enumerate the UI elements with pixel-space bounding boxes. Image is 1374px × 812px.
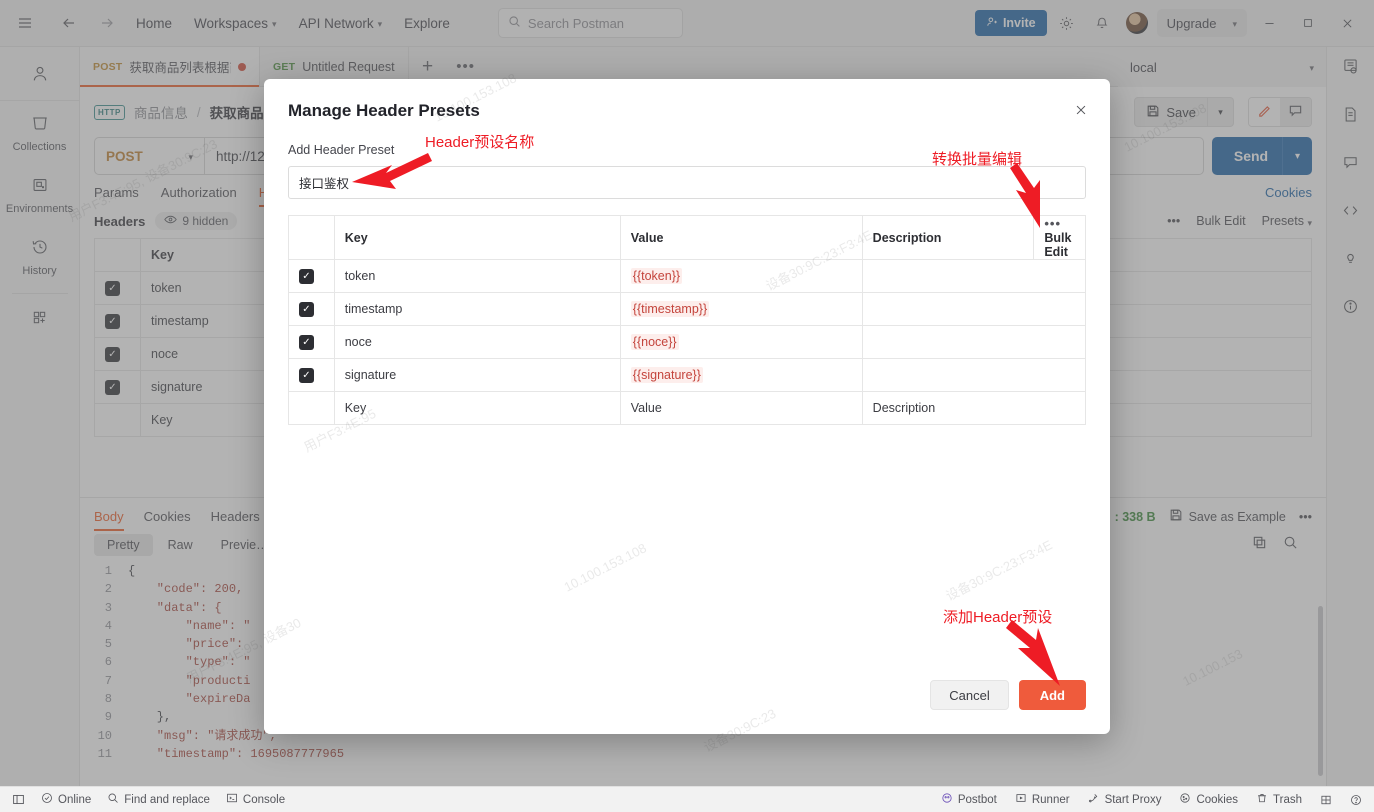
postman-app-window: Home Workspaces ▾ API Network ▾ Explore — [0, 0, 1374, 812]
preset-col-value: Value — [619, 215, 863, 260]
trash-label: Trash — [1273, 793, 1302, 806]
table-row[interactable]: ✓ timestamp {{timestamp}} — [288, 292, 1087, 326]
add-button[interactable]: Add — [1018, 680, 1086, 710]
preset-col-key: Key — [333, 215, 621, 260]
console-icon — [226, 792, 238, 807]
trash-button[interactable]: Trash — [1256, 792, 1302, 807]
postbot-button[interactable]: Postbot — [941, 792, 997, 807]
preset-bulk-edit-button[interactable]: Bulk Edit — [1044, 231, 1071, 259]
row-key[interactable]: token — [333, 259, 621, 293]
row-checkbox-cell[interactable]: ✓ — [288, 325, 335, 359]
checkbox-checked-icon[interactable]: ✓ — [299, 335, 314, 351]
preset-select-all-cell — [288, 215, 335, 260]
runner-button[interactable]: Runner — [1015, 792, 1070, 807]
preset-table-header-row: Key Value Description ••• Bulk Edit — [288, 215, 1086, 260]
close-icon[interactable] — [1070, 99, 1092, 121]
row-value-variable: {{timestamp}} — [630, 301, 710, 317]
table-row[interactable]: ✓ noce {{noce}} — [288, 325, 1087, 359]
row-checkbox-cell — [288, 391, 335, 425]
preset-col-description: Description — [861, 215, 1035, 260]
find-and-replace-button[interactable]: Find and replace — [107, 792, 210, 807]
status-online[interactable]: Online — [41, 792, 91, 807]
cookies-button[interactable]: Cookies — [1179, 792, 1238, 807]
search-icon — [107, 792, 119, 807]
runner-icon — [1015, 792, 1027, 807]
add-label: Add — [1039, 687, 1065, 703]
row-value-placeholder[interactable]: Value — [619, 391, 863, 425]
table-row[interactable]: ✓ signature {{signature}} — [288, 358, 1087, 392]
preset-headers-table: Key Value Description ••• Bulk Edit ✓ to… — [288, 215, 1087, 425]
checkbox-checked-icon[interactable]: ✓ — [299, 368, 314, 384]
manage-header-presets-dialog: Manage Header Presets Add Header Preset … — [264, 79, 1110, 734]
row-description[interactable] — [861, 325, 1087, 359]
row-value[interactable]: {{noce}} — [619, 325, 863, 359]
row-key[interactable]: signature — [333, 358, 621, 392]
preset-name-value: 接口鉴权 — [299, 177, 350, 191]
postbot-label: Postbot — [957, 793, 997, 806]
preset-name-input[interactable]: 接口鉴权 — [288, 166, 1086, 199]
annotation-text: 添加Header预设 — [943, 609, 1053, 626]
console-label: Console — [242, 793, 286, 806]
annotation-text: Header预设名称 — [425, 134, 535, 151]
checkbox-checked-icon[interactable]: ✓ — [299, 269, 314, 285]
row-checkbox-cell[interactable]: ✓ — [288, 358, 335, 392]
annotation-preset-name: Header预设名称 — [425, 131, 534, 152]
preset-bulk-edit-cell: ••• Bulk Edit — [1033, 215, 1086, 260]
postbot-icon — [941, 792, 953, 807]
row-description[interactable] — [861, 292, 1087, 326]
cancel-button[interactable]: Cancel — [930, 680, 1009, 710]
trash-icon — [1256, 792, 1268, 807]
proxy-icon — [1088, 792, 1100, 807]
row-value-variable: {{token}} — [630, 268, 683, 284]
row-value-variable: {{noce}} — [630, 334, 679, 350]
table-row[interactable]: ✓ token {{token}} — [288, 259, 1087, 293]
row-key-placeholder[interactable]: Key — [333, 391, 621, 425]
row-description-placeholder[interactable]: Description — [861, 391, 1087, 425]
cookie-icon — [1179, 792, 1191, 807]
row-value[interactable]: {{signature}} — [619, 358, 863, 392]
start-proxy-label: Start Proxy — [1104, 793, 1162, 806]
cancel-label: Cancel — [949, 687, 990, 703]
dialog-footer: Cancel Add — [264, 680, 1110, 734]
row-value[interactable]: {{token}} — [619, 259, 863, 293]
dialog-title: Manage Header Presets — [288, 101, 480, 120]
console-button[interactable]: Console — [226, 792, 285, 807]
online-icon — [41, 792, 53, 807]
runner-label: Runner — [1031, 793, 1070, 806]
layout-icon[interactable] — [1320, 794, 1332, 806]
sidebar-toggle-icon[interactable] — [12, 793, 25, 806]
annotation-bulk-edit: 转换批量编辑 — [932, 148, 1022, 169]
row-value-variable: {{signature}} — [630, 367, 703, 383]
more-horizontal-icon[interactable]: ••• — [1044, 216, 1061, 231]
status-online-label: Online — [58, 793, 92, 806]
annotation-text: 转换批量编辑 — [932, 151, 1023, 168]
row-checkbox-cell[interactable]: ✓ — [288, 259, 335, 293]
row-description[interactable] — [861, 259, 1087, 293]
row-description[interactable] — [861, 358, 1087, 392]
table-row-empty[interactable]: Key Value Description — [288, 391, 1087, 425]
status-bar-right: Postbot Runner Start Proxy Cookies Trash — [941, 792, 1362, 807]
status-bar: Online Find and replace Console Postbot — [0, 786, 1374, 812]
cookies-label: Cookies — [1196, 793, 1239, 806]
help-icon[interactable] — [1350, 794, 1362, 806]
annotation-add-preset: 添加Header预设 — [943, 606, 1052, 627]
checkbox-checked-icon[interactable]: ✓ — [299, 302, 314, 318]
row-key[interactable]: timestamp — [333, 292, 621, 326]
row-checkbox-cell[interactable]: ✓ — [288, 292, 335, 326]
find-and-replace-label: Find and replace — [124, 793, 210, 806]
row-key[interactable]: noce — [333, 325, 621, 359]
row-value[interactable]: {{timestamp}} — [619, 292, 863, 326]
start-proxy-button[interactable]: Start Proxy — [1088, 792, 1162, 807]
